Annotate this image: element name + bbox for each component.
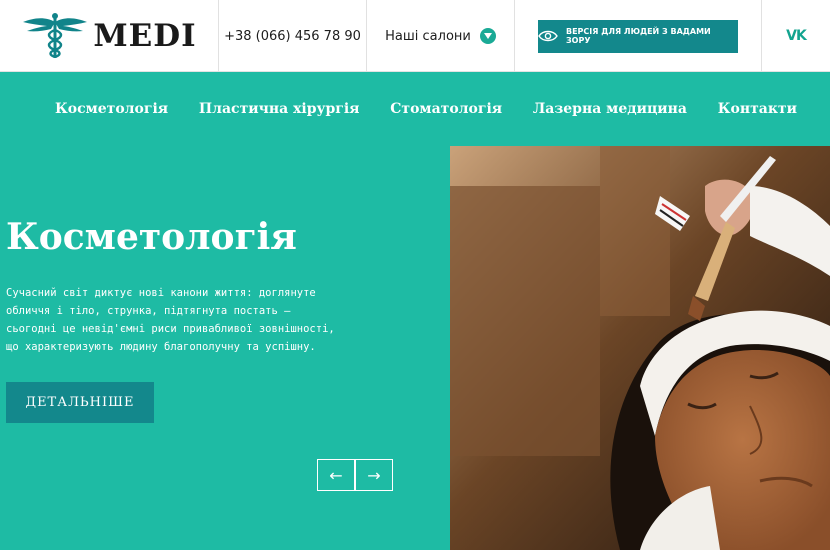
site-header: MEDI +38 (066) 456 78 90 Наші салони Вер… xyxy=(0,0,830,72)
accessibility-label: Версія для людей з вадами зору xyxy=(565,27,711,45)
vk-cell: VK xyxy=(762,0,830,72)
hero-description: Сучасний світ диктує нові канони життя: … xyxy=(6,287,335,353)
nav-item-dentistry[interactable]: Стоматологія xyxy=(390,101,502,117)
accessibility-cell: Версія для людей з вадами зору xyxy=(515,0,761,72)
main-nav: Косметологія Пластична хірургія Стоматол… xyxy=(0,72,830,146)
eye-icon xyxy=(538,30,558,42)
chevron-down-icon xyxy=(479,28,496,44)
hero-photo xyxy=(450,146,830,550)
logo[interactable]: MEDI xyxy=(0,0,218,72)
nav-item-plastic-surgery[interactable]: Пластична хірургія xyxy=(199,101,360,117)
hero-title: Косметологія xyxy=(6,216,297,258)
accessibility-button[interactable]: Версія для людей з вадами зору xyxy=(538,19,738,53)
vk-icon[interactable]: VK xyxy=(786,28,807,44)
logo-text: MEDI xyxy=(93,18,197,54)
salons-label: Наші салони xyxy=(385,28,471,44)
more-button[interactable]: Детальніше xyxy=(6,382,154,423)
phone-number[interactable]: +38 (066) 456 78 90 xyxy=(224,29,361,44)
slider-prev-button[interactable]: ← xyxy=(317,459,355,491)
salons-cell: Наші салони xyxy=(367,0,514,72)
nav-item-cosmetology[interactable]: Косметологія xyxy=(55,101,168,117)
nav-item-contacts[interactable]: Контакти xyxy=(718,101,797,117)
hero-panel: Косметологія Сучасний світ диктує нові к… xyxy=(0,146,450,550)
salons-dropdown[interactable]: Наші салони xyxy=(385,28,496,44)
phone-cell: +38 (066) 456 78 90 xyxy=(219,0,366,72)
slider-next-button[interactable]: → xyxy=(355,459,393,491)
facial-treatment-image xyxy=(450,146,830,550)
nav-item-laser-medicine[interactable]: Лазерна медицина xyxy=(533,101,687,117)
caduceus-icon xyxy=(23,13,88,59)
